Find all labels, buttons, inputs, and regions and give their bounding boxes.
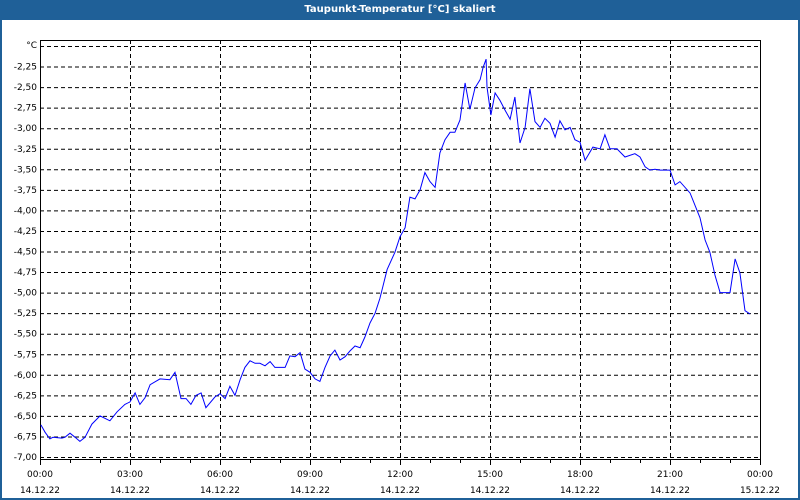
- x-tick-date: 14.12.22: [110, 486, 150, 496]
- y-tick-label: -5,25: [14, 309, 37, 319]
- y-tick-label: -5,75: [14, 350, 37, 360]
- series-line-taupunkt: [40, 59, 751, 443]
- y-tick-label: -4,25: [14, 227, 37, 237]
- x-tick-time: 09:00: [297, 470, 323, 480]
- x-tick-time: 00:00: [747, 470, 773, 480]
- x-tick-time: 15:00: [477, 470, 503, 480]
- y-tick-label: -7,00: [14, 453, 38, 463]
- y-tick-label: -5,50: [14, 330, 38, 340]
- x-tick-time: 00:00: [27, 470, 53, 480]
- x-tick-date: 14.12.22: [650, 486, 690, 496]
- y-axis-unit: °C: [26, 41, 37, 51]
- x-tick-time: 21:00: [657, 470, 683, 480]
- y-tick-label: -3,75: [14, 186, 37, 196]
- y-tick-label: -6,00: [14, 371, 38, 381]
- y-tick-label: -5,00: [14, 289, 38, 299]
- y-tick-label: -3,00: [14, 124, 38, 134]
- x-tick-time: 12:00: [387, 470, 413, 480]
- y-tick-label: -2,25: [14, 63, 37, 73]
- y-tick-label: -3,50: [14, 165, 38, 175]
- y-tick-label: -2,75: [14, 104, 37, 114]
- y-tick-label: -4,50: [14, 248, 38, 258]
- y-tick-label: -6,75: [14, 432, 37, 442]
- y-tick-label: -6,50: [14, 412, 38, 422]
- x-tick-date: 14.12.22: [560, 486, 600, 496]
- x-tick-date: 14.12.22: [380, 486, 420, 496]
- y-tick-label: -2,50: [14, 83, 38, 93]
- y-tick-label: -4,00: [14, 206, 38, 216]
- x-tick-time: 18:00: [567, 470, 593, 480]
- x-tick-date: 14.12.22: [470, 486, 510, 496]
- line-chart: °C -2,25 -2,50 -2,75 -3,00 -3,25 -3,50 -3,75 -4,…: [14, 40, 780, 496]
- x-tick-date: 14.12.22: [20, 486, 60, 496]
- x-tick-time: 06:00: [207, 470, 233, 480]
- x-tick-time: 03:00: [117, 470, 143, 480]
- y-tick-label: -6,25: [14, 391, 37, 401]
- x-tick-date: 14.12.22: [290, 486, 330, 496]
- y-tick-label: -3,25: [14, 145, 37, 155]
- x-tick-date: 15.12.22: [740, 486, 780, 496]
- x-tick-date: 14.12.22: [200, 486, 240, 496]
- y-tick-label: -4,75: [14, 268, 37, 278]
